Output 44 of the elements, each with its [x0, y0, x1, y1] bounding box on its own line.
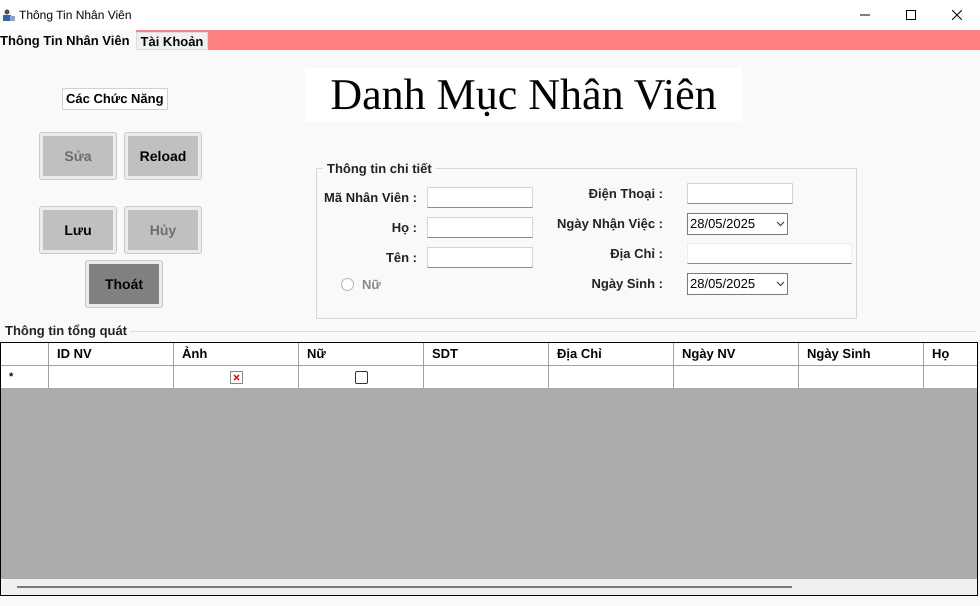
chevron-down-icon: [776, 280, 785, 286]
text-field[interactable]: [427, 187, 533, 208]
action-button[interactable]: Lưu: [40, 207, 116, 253]
date-picker[interactable]: 28/05/2025: [687, 272, 788, 294]
field-label: Ngày Nhận Việc :: [557, 214, 663, 233]
column-header[interactable]: Ngày Sinh: [799, 343, 924, 365]
broken-image-icon: [230, 370, 242, 384]
maximize-icon: [906, 10, 916, 20]
text-field[interactable]: [687, 183, 793, 204]
row-header: *: [1, 366, 49, 388]
page-heading: Danh Mục Nhân Viên: [305, 68, 742, 122]
column-header[interactable]: Ngày NV: [674, 343, 799, 365]
radio-button[interactable]: [341, 278, 354, 291]
field-label: Tên :: [386, 248, 417, 267]
close-icon: [952, 10, 962, 20]
horizontal-scrollbar[interactable]: [1, 579, 977, 595]
field-label: Địa Chỉ :: [610, 244, 663, 263]
column-header[interactable]: Địa Chỉ: [549, 343, 674, 365]
field-label: Họ :: [392, 218, 417, 237]
chevron-down-icon: [776, 220, 785, 226]
people-icon: [2, 8, 16, 22]
field-label: Ngày Sinh :: [591, 274, 663, 293]
action-button[interactable]: Reload: [125, 133, 201, 179]
text-field[interactable]: [427, 247, 533, 268]
tab[interactable]: Thông Tin Nhân Viên: [0, 30, 136, 50]
column-header[interactable]: Ảnh: [174, 343, 299, 365]
group-title: Thông tin chi tiết: [326, 160, 433, 178]
window-title: Thông Tin Nhân Viên: [19, 7, 132, 24]
tab[interactable]: Tài Khoản: [136, 32, 208, 50]
radio-label: Nữ: [362, 276, 381, 294]
column-header[interactable]: SDT: [424, 343, 549, 365]
column-header[interactable]: Họ: [924, 343, 977, 365]
checkbox[interactable]: [354, 370, 368, 384]
group-label: Các Chức Năng: [62, 88, 168, 110]
column-header[interactable]: ID NV: [49, 343, 174, 365]
field-label: Mã Nhân Viên :: [324, 188, 417, 207]
date-picker[interactable]: 28/05/2025: [687, 212, 788, 234]
text-field[interactable]: [427, 217, 533, 238]
scroll-thumb[interactable]: [17, 586, 792, 588]
group-title: Thông tin tổng quát: [4, 322, 128, 340]
column-header[interactable]: Nữ: [299, 343, 424, 365]
field-label: Điện Thoại :: [588, 184, 663, 203]
text-field[interactable]: [687, 243, 852, 264]
action-button[interactable]: Thoát: [86, 261, 162, 307]
